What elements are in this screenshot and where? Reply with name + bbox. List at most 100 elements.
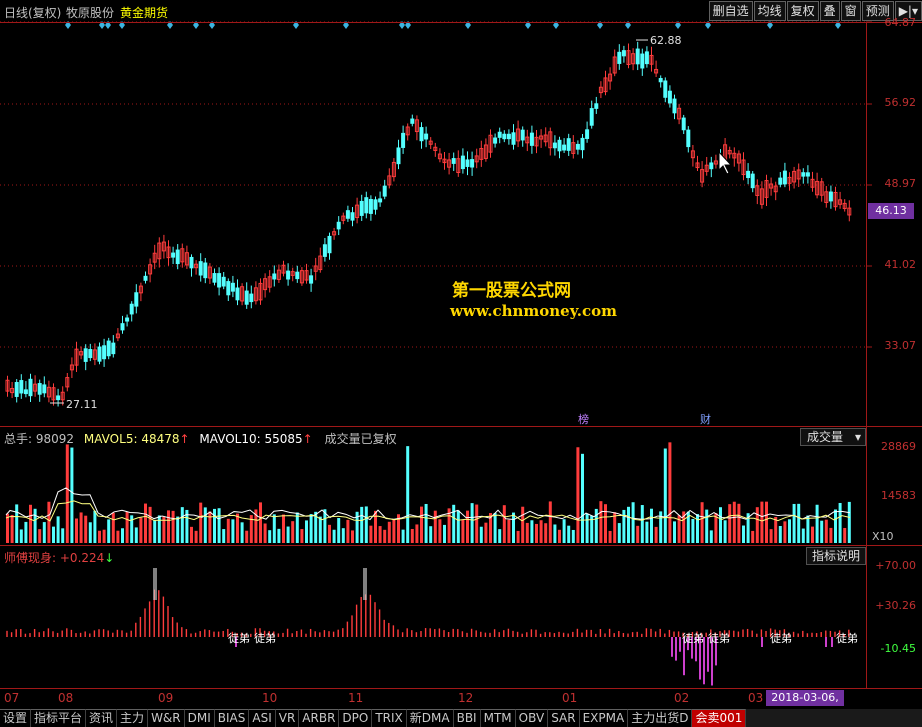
volume-bar [139, 517, 143, 543]
volume-bar [102, 529, 106, 543]
volume-bar [52, 526, 55, 543]
volume-bar [834, 509, 837, 543]
volume-bar [843, 527, 847, 543]
tab-19[interactable]: 会卖001 [692, 709, 747, 727]
tab-4[interactable]: W&R [148, 709, 185, 727]
volume-bar [571, 529, 575, 543]
volume-bar [530, 520, 534, 543]
candle-body [396, 147, 401, 165]
tab-2[interactable]: 资讯 [86, 709, 118, 727]
volume-bar [79, 512, 83, 543]
volume-indicator-select[interactable]: 成交量 ▾ [800, 428, 866, 446]
tab-13[interactable]: BBI [453, 709, 481, 727]
volume-bar [245, 530, 249, 543]
tab-16[interactable]: SAR [548, 709, 580, 727]
tab-0[interactable]: 设置 [0, 709, 32, 727]
volume-bar [346, 519, 350, 543]
volume-bar [378, 526, 382, 543]
volume-bar [351, 530, 354, 543]
volume-bar [277, 528, 281, 543]
volume-bar [608, 530, 612, 543]
volume-total-value: 98092 [35, 432, 75, 446]
volume-bar [824, 519, 828, 543]
volume-bar [797, 503, 801, 543]
volume-bar [663, 448, 667, 543]
price-tick: 33.07 [884, 339, 917, 352]
mavol10-label: MAVOL10: [199, 432, 261, 446]
volume-bar [498, 529, 502, 543]
mavol5-value: 48478 [141, 432, 180, 446]
tab-8[interactable]: VR [275, 709, 300, 727]
signal-label: 徒弟 [770, 632, 792, 645]
tab-6[interactable]: BIAS [214, 709, 250, 727]
volume-bar [70, 447, 74, 543]
top-separator [0, 22, 922, 23]
volume-bar [240, 522, 244, 543]
volume-bar [558, 529, 561, 543]
volume-bar [19, 529, 23, 543]
volume-bar [493, 513, 497, 543]
candle-body [309, 275, 314, 284]
candle-body [102, 345, 107, 360]
candle-body [594, 103, 599, 109]
candle-body [644, 51, 649, 65]
volume-bar [696, 514, 699, 543]
candle-body [424, 133, 429, 140]
volume-bar [700, 502, 704, 543]
volume-bar [847, 501, 851, 543]
volume-bar [806, 515, 810, 543]
indicator-value: +0.224 [59, 551, 105, 565]
candle-body [658, 78, 663, 83]
candle-body [221, 276, 226, 287]
tab-15[interactable]: OBV [515, 709, 549, 727]
volume-bar [29, 504, 32, 543]
volume-bar [654, 526, 658, 543]
candle-body [419, 127, 424, 142]
tab-1[interactable]: 指标平台 [31, 709, 87, 727]
ranking-marker[interactable]: 榜 [578, 411, 589, 427]
volume-bar [466, 510, 469, 543]
tab-11[interactable]: TRIX [372, 709, 407, 727]
volume-bar [337, 518, 341, 543]
indicator-help-button[interactable]: 指标说明 [806, 547, 866, 565]
date-label: 02 [674, 691, 690, 705]
candle-body [14, 382, 19, 397]
kline-chart[interactable] [0, 0, 922, 727]
volume-bar [93, 510, 97, 543]
volume-bar [438, 519, 442, 543]
finance-marker[interactable]: 财 [700, 411, 711, 427]
volume-bar [318, 516, 322, 543]
volume-bar [548, 501, 552, 543]
tab-18[interactable]: 主力出货D [628, 709, 693, 727]
volume-bar [479, 526, 483, 543]
volume-bar [502, 505, 506, 543]
volume-bar [792, 503, 796, 543]
watermark-url: www.chnmoney.com [450, 302, 617, 320]
tab-10[interactable]: DPO [339, 709, 373, 727]
date-label: 12 [458, 691, 474, 705]
signal-label: 徒弟 [254, 632, 276, 645]
low-price-label: 27.11 [66, 398, 98, 411]
tab-7[interactable]: ASI [249, 709, 276, 727]
volume-bar [553, 524, 557, 543]
tab-9[interactable]: ARBR [299, 709, 340, 727]
tab-12[interactable]: 新DMA [406, 709, 454, 727]
tab-17[interactable]: EXPMA [579, 709, 629, 727]
volume-bar [291, 521, 295, 543]
mavol10-value: 55085 [264, 432, 303, 446]
volume-bar [581, 453, 584, 543]
volume-bar [410, 528, 414, 543]
tab-14[interactable]: MTM [480, 709, 516, 727]
candle-body [203, 262, 208, 279]
date-label: 07 [4, 691, 20, 705]
candle-body [37, 383, 42, 395]
tab-5[interactable]: DMI [184, 709, 215, 727]
volume-bar [208, 511, 212, 543]
volume-bar [420, 506, 423, 543]
volume-bar [544, 523, 548, 543]
mavol5-line [5, 487, 851, 521]
volume-bar [424, 503, 428, 543]
volume-bar [194, 530, 198, 543]
candle-body [681, 117, 686, 131]
tab-3[interactable]: 主力 [117, 709, 149, 727]
